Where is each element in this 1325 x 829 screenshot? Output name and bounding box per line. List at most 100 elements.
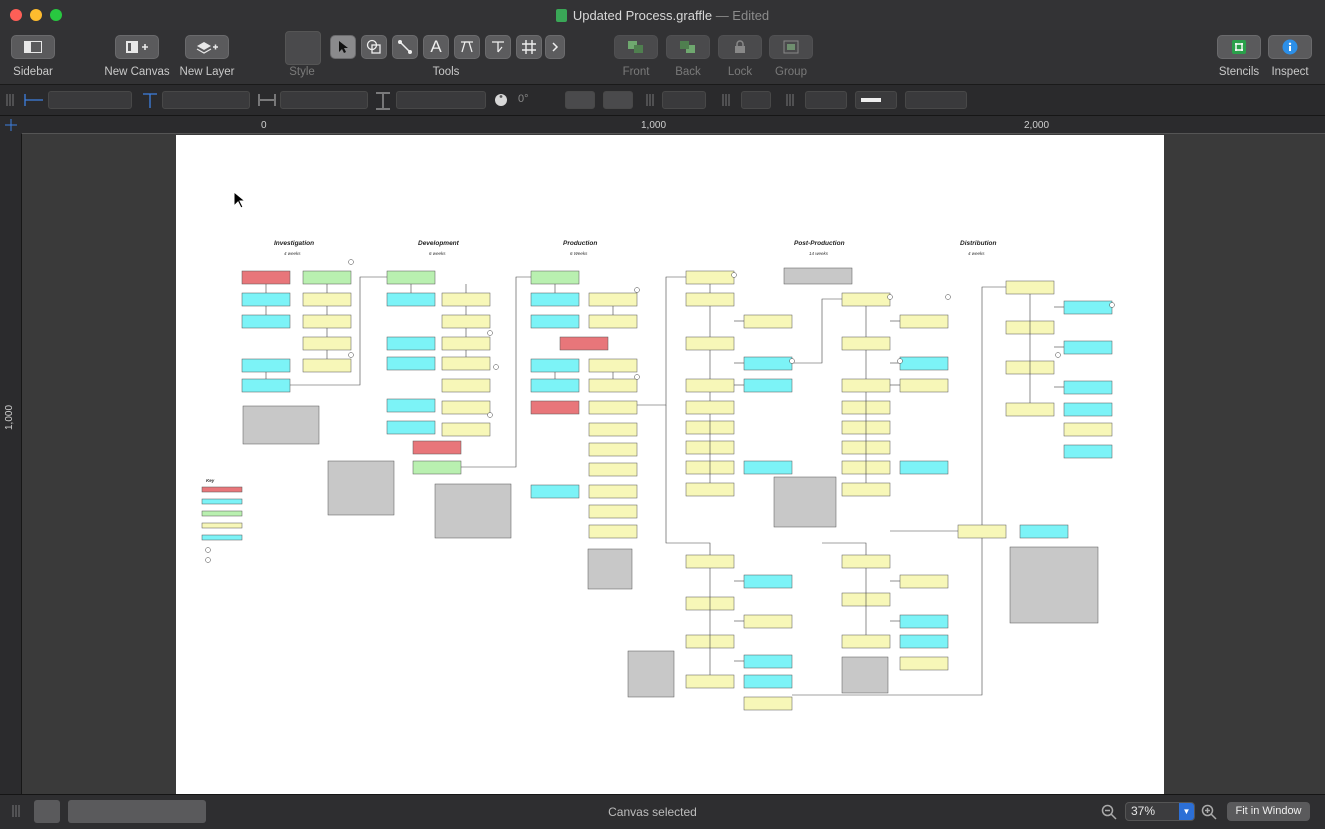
process-node[interactable] [899, 574, 949, 589]
process-node[interactable] [241, 270, 291, 285]
process-node[interactable] [841, 336, 891, 351]
process-node[interactable] [588, 400, 638, 415]
process-node[interactable] [1063, 444, 1113, 459]
zoom-out-icon[interactable] [1101, 804, 1117, 820]
process-node[interactable] [1063, 380, 1113, 395]
fill-color-well[interactable] [741, 91, 771, 109]
more-tools-button[interactable] [545, 35, 565, 59]
pen-tool[interactable] [454, 35, 480, 59]
process-node[interactable] [899, 634, 949, 649]
process-node[interactable] [841, 554, 891, 569]
process-diagram[interactable] [176, 135, 1164, 794]
process-node[interactable] [530, 378, 580, 393]
line-weight-field[interactable] [905, 91, 967, 109]
process-node[interactable] [412, 460, 462, 475]
process-node[interactable] [1063, 340, 1113, 355]
process-node[interactable] [302, 314, 352, 329]
process-node[interactable] [685, 554, 735, 569]
process-node[interactable] [386, 336, 436, 351]
process-node[interactable] [1005, 280, 1055, 295]
selection-tool[interactable] [330, 35, 356, 59]
line-tool[interactable] [392, 35, 418, 59]
connector-line[interactable] [981, 286, 1006, 525]
key-swatch[interactable] [201, 510, 243, 517]
height-field[interactable] [396, 91, 486, 109]
process-node[interactable] [899, 378, 949, 393]
bring-to-front-button[interactable] [614, 35, 658, 59]
notes-box[interactable] [783, 267, 853, 285]
process-node[interactable] [588, 504, 638, 519]
process-node[interactable] [685, 378, 735, 393]
fit-in-window-button[interactable]: Fit in Window [1227, 802, 1310, 821]
connector-line[interactable] [792, 298, 842, 364]
process-node[interactable] [386, 270, 436, 285]
connector-line[interactable] [637, 276, 686, 406]
flip-vertical-button[interactable] [603, 91, 633, 109]
process-node[interactable] [899, 614, 949, 629]
x-position-field[interactable] [48, 91, 132, 109]
process-node[interactable] [841, 292, 891, 307]
process-node[interactable] [841, 482, 891, 497]
process-node[interactable] [412, 440, 462, 455]
process-node[interactable] [743, 654, 793, 669]
process-node[interactable] [441, 336, 491, 351]
connector-line[interactable] [822, 542, 867, 555]
width-field[interactable] [280, 91, 368, 109]
process-node[interactable] [743, 696, 793, 711]
process-node[interactable] [685, 336, 735, 351]
lock-button[interactable] [718, 35, 762, 59]
process-node[interactable] [530, 270, 580, 285]
process-node[interactable] [899, 314, 949, 329]
stroke-style-popup[interactable] [662, 91, 706, 109]
notes-box[interactable] [627, 650, 675, 698]
y-position-field[interactable] [162, 91, 250, 109]
process-node[interactable] [241, 314, 291, 329]
process-node[interactable] [302, 270, 352, 285]
process-node[interactable] [743, 378, 793, 393]
process-node[interactable] [743, 314, 793, 329]
process-node[interactable] [530, 358, 580, 373]
process-node[interactable] [899, 356, 949, 371]
zoom-level-select[interactable]: 37% ▼ [1125, 802, 1195, 821]
process-node[interactable] [899, 460, 949, 475]
process-node[interactable] [743, 460, 793, 475]
process-node[interactable] [386, 420, 436, 435]
grid-tool[interactable] [516, 35, 542, 59]
process-node[interactable] [1063, 300, 1113, 315]
key-swatch[interactable] [201, 486, 243, 493]
process-node[interactable] [302, 358, 352, 373]
process-node[interactable] [685, 292, 735, 307]
zoom-in-icon[interactable] [1201, 804, 1217, 820]
process-node[interactable] [386, 292, 436, 307]
flip-horizontal-button[interactable] [565, 91, 595, 109]
process-node[interactable] [302, 292, 352, 307]
process-node[interactable] [530, 484, 580, 499]
process-node[interactable] [1063, 402, 1113, 417]
text-tool[interactable]: A [423, 35, 449, 59]
process-node[interactable] [685, 400, 735, 415]
group-button[interactable] [769, 35, 813, 59]
sidebar-button[interactable] [11, 35, 55, 59]
process-node[interactable] [241, 292, 291, 307]
process-node[interactable] [899, 656, 949, 671]
process-node[interactable] [530, 400, 580, 415]
process-node[interactable] [743, 574, 793, 589]
process-node[interactable] [957, 524, 1007, 539]
process-node[interactable] [588, 462, 638, 477]
process-node[interactable] [530, 292, 580, 307]
point-edit-tool[interactable] [485, 35, 511, 59]
process-node[interactable] [441, 292, 491, 307]
style-well[interactable] [285, 31, 321, 65]
process-node[interactable] [441, 400, 491, 415]
process-node[interactable] [743, 356, 793, 371]
key-swatch[interactable] [201, 522, 243, 529]
process-node[interactable] [588, 358, 638, 373]
notes-box[interactable] [1009, 546, 1099, 624]
notes-box[interactable] [434, 483, 512, 539]
process-node[interactable] [241, 358, 291, 373]
process-node[interactable] [743, 614, 793, 629]
process-node[interactable] [1005, 402, 1055, 417]
process-node[interactable] [588, 442, 638, 457]
process-node[interactable] [1063, 422, 1113, 437]
send-to-back-button[interactable] [666, 35, 710, 59]
